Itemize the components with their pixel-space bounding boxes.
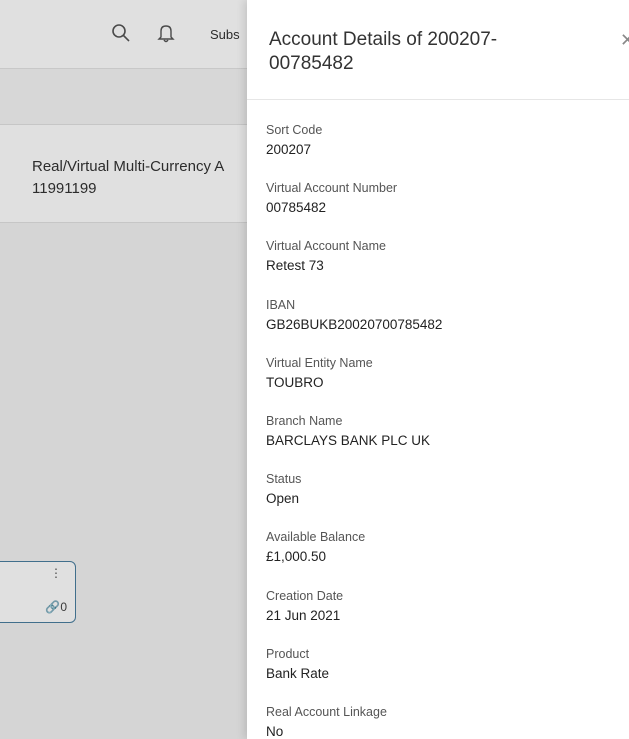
field-label: Status xyxy=(266,472,302,487)
field-value: Retest 73 xyxy=(266,258,324,274)
details-list: Sort Code 200207 Virtual Account Number … xyxy=(266,122,616,739)
field-iban: IBAN GB26BUKB20020700785482 xyxy=(266,297,616,355)
field-value: GB26BUKB20020700785482 xyxy=(266,316,443,332)
field-label: Available Balance xyxy=(266,530,366,545)
field-value: Open xyxy=(266,491,300,507)
drawer-header: Account Details of 200207-00785482 ✕ xyxy=(247,0,629,100)
field-value: BARCLAYS BANK PLC UK xyxy=(266,432,431,448)
field-virtual-account-name: Virtual Account Name Retest 73 xyxy=(266,238,616,296)
field-value: No xyxy=(266,723,284,739)
field-value: TOUBRO xyxy=(266,374,324,390)
field-label: Virtual Entity Name xyxy=(266,355,373,370)
field-sort-code: Sort Code 200207 xyxy=(266,122,616,180)
field-value: 200207 xyxy=(266,142,312,157)
field-creation-date: Creation Date 21 Jun 2021 xyxy=(266,588,616,646)
drawer-title: Account Details of 200207-00785482 xyxy=(269,29,498,74)
field-label: Product xyxy=(266,646,310,661)
field-label: IBAN xyxy=(266,297,296,312)
field-value: £1,000.50 xyxy=(266,549,327,565)
field-status: Status Open xyxy=(266,471,616,529)
field-label: Sort Code xyxy=(266,123,323,137)
field-label: Creation Date xyxy=(266,588,344,603)
field-label: Virtual Account Name xyxy=(266,239,386,254)
field-available-balance: Available Balance £1,000.50 xyxy=(266,529,616,587)
field-label: Real Account Linkage xyxy=(266,704,387,719)
field-real-account-linkage: Real Account Linkage No xyxy=(266,704,616,739)
field-product: Product Bank Rate xyxy=(266,646,616,704)
field-value: Bank Rate xyxy=(266,665,330,681)
field-label: Branch Name xyxy=(266,413,343,428)
account-details-drawer: Account Details of 200207-00785482 ✕ Sor… xyxy=(247,0,629,739)
field-value: 00785482 xyxy=(266,200,327,216)
field-branch-name: Branch Name BARCLAYS BANK PLC UK xyxy=(266,413,616,471)
field-label: Virtual Account Number xyxy=(266,181,398,196)
field-virtual-account-number: Virtual Account Number 00785482 xyxy=(266,180,616,238)
field-virtual-entity-name: Virtual Entity Name TOUBRO xyxy=(266,355,616,413)
field-value: 21 Jun 2021 xyxy=(266,607,341,623)
close-icon[interactable]: ✕ xyxy=(620,30,629,51)
